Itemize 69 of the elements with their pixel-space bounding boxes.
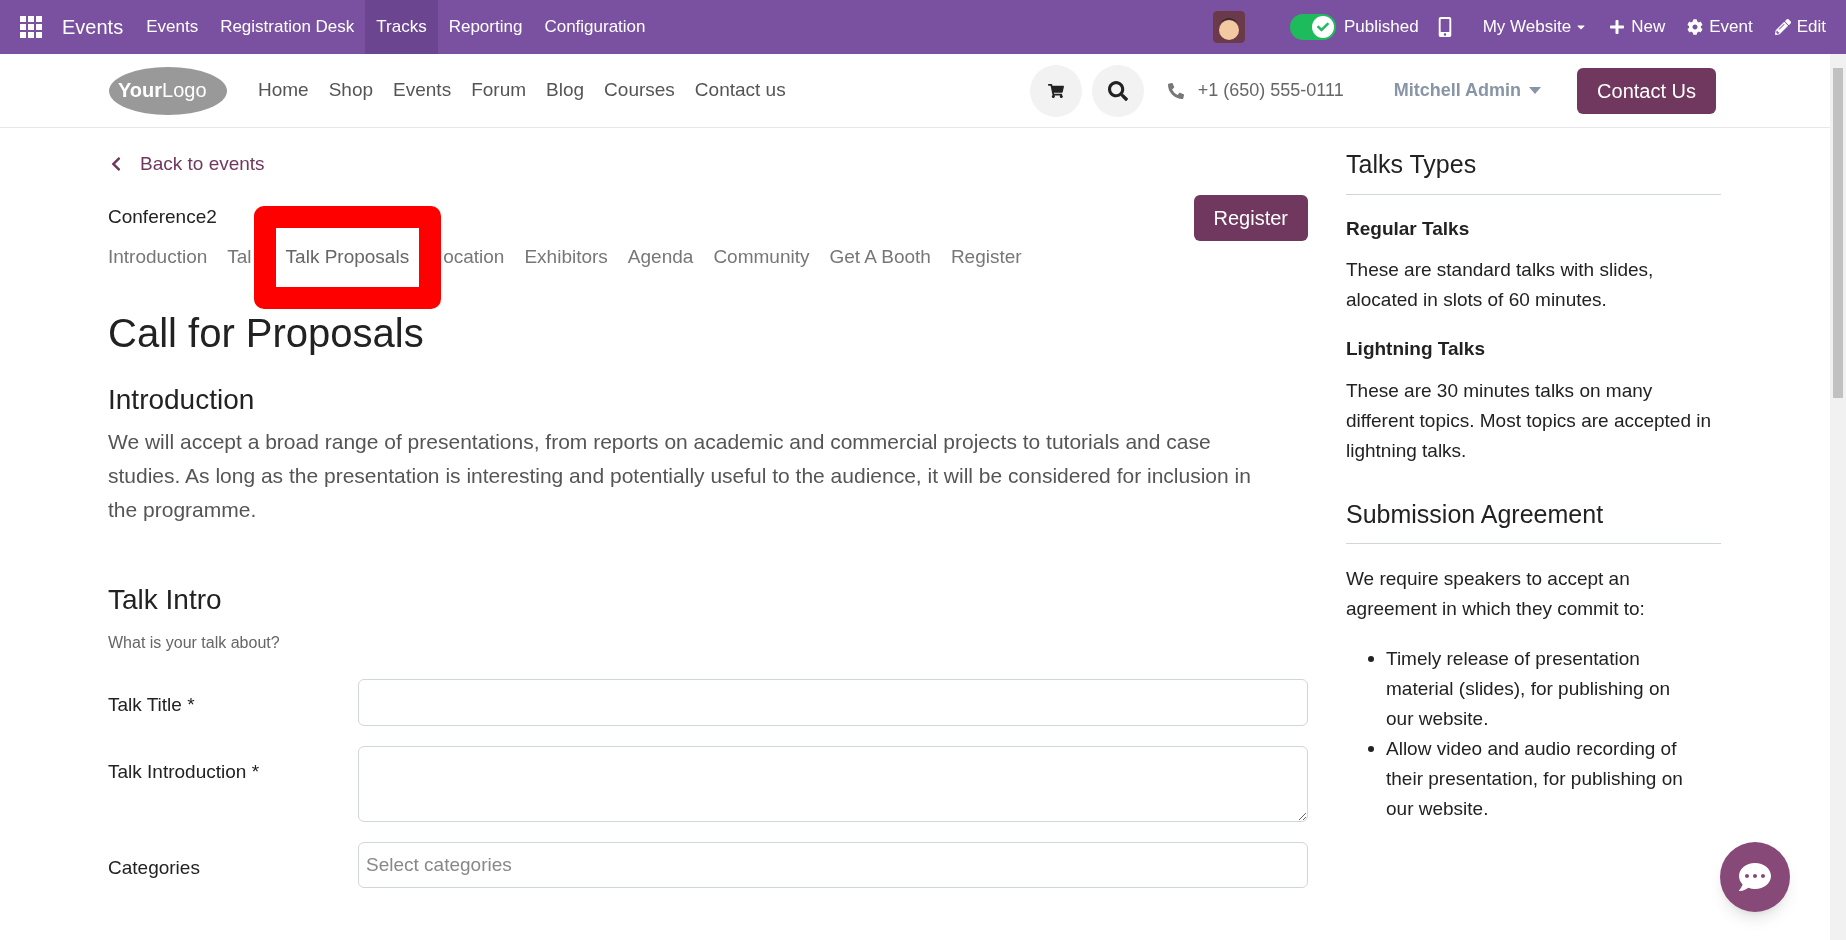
talk-type-name: Regular Talks: [1346, 216, 1471, 241]
field-label: Talk Title *: [108, 692, 196, 717]
chat-icon: [1739, 861, 1771, 893]
caret-icon: [1529, 87, 1542, 94]
search-icon: [1107, 80, 1128, 101]
nav-link[interactable]: Courses: [604, 76, 675, 105]
agreement-item: Allow video and audio recording of their presentation, for publishing on our website.: [1386, 737, 1684, 821]
check-icon: [1317, 21, 1330, 33]
event-tab[interactable]: Agenda: [627, 243, 694, 272]
menu-item[interactable]: Events: [135, 0, 210, 54]
toolbar-button[interactable]: Edit: [1774, 14, 1826, 40]
event-tab[interactable]: Introduction: [108, 243, 208, 272]
talk-type-name: Lightning Talks: [1346, 337, 1486, 361]
phone-number: +1 (650) 555-0111: [1197, 79, 1344, 102]
field-label: Talk Introduction *: [108, 759, 261, 784]
bullet-icon: [1368, 746, 1374, 752]
event-tab[interactable]: ocation: [443, 243, 505, 272]
published-toggle[interactable]: Published: [1290, 14, 1419, 40]
menu-item[interactable]: Tracks: [365, 0, 438, 54]
field-label: Categories: [108, 855, 201, 880]
register-button[interactable]: Register: [1193, 194, 1308, 241]
apps-menu-icon[interactable]: [20, 16, 42, 38]
menu-item[interactable]: Reporting: [437, 0, 534, 54]
sidebar-heading: Talks Types: [1346, 146, 1721, 195]
event-tab[interactable]: Exhibitors: [524, 243, 608, 272]
app-title: Events: [62, 15, 124, 40]
page-title: Call for Proposals: [108, 312, 425, 353]
bullet-icon: [1368, 656, 1374, 662]
agreement-text: We require speakers to accept an agreement in which they commit to:: [1346, 567, 1646, 621]
menu-item[interactable]: Registration Desk: [209, 0, 366, 54]
nav-link[interactable]: Events: [393, 76, 452, 105]
cart-icon: [1047, 82, 1064, 99]
event-tab[interactable]: Community: [713, 243, 810, 272]
section-hint: What is your talk about?: [108, 632, 281, 653]
intro-paragraph: We will accept a broad range of presentations, from reports on academic and commercial projects to tutorials and case studies. As long as the presentation is interesting and potentially useful to the audience, it will be considered for inclusion in the programme.: [108, 428, 1252, 523]
event-tab[interactable]: Tal: [227, 243, 252, 272]
avatar-icon[interactable]: [1213, 11, 1246, 43]
toolbar-button[interactable]: Event: [1687, 14, 1753, 40]
contact-us-button[interactable]: Contact Us: [1577, 67, 1716, 114]
section-heading: Talk Intro: [108, 582, 223, 617]
nav-link[interactable]: Shop: [328, 76, 374, 105]
textarea-field[interactable]: [358, 745, 1308, 822]
chat-button[interactable]: [1720, 842, 1790, 912]
select-field[interactable]: Select categories: [358, 841, 1308, 888]
talk-type-description: These are standard talks with slides, alocated in slots of 60 minutes.: [1346, 258, 1655, 312]
toolbar-button[interactable]: New: [1609, 14, 1666, 40]
nav-link[interactable]: Forum: [471, 76, 527, 105]
phone-icon: [1167, 82, 1184, 99]
event-tab[interactable]: Register: [950, 243, 1022, 272]
nav-link[interactable]: Blog: [546, 76, 585, 105]
website-dropdown[interactable]: My Website: [1482, 14, 1588, 40]
scrollbar[interactable]: [1830, 54, 1846, 940]
event-tab[interactable]: Get A Booth: [829, 243, 931, 272]
user-menu[interactable]: Mitchell Admin: [1393, 77, 1542, 104]
event-tab[interactable]: Talk Proposals: [285, 246, 410, 268]
nav-link[interactable]: Home: [258, 76, 309, 105]
nav-link[interactable]: Contact us: [694, 76, 786, 105]
agreement-item: Timely release of presentation material (slides), for publishing on our website.: [1386, 647, 1672, 731]
input-field[interactable]: [358, 678, 1308, 726]
mobile-preview-icon[interactable]: [1436, 17, 1453, 37]
menu-item[interactable]: Configuration: [533, 0, 657, 54]
section-heading: Introduction: [108, 382, 256, 417]
plus-icon: [1609, 19, 1626, 35]
event-name: Conference2: [108, 205, 217, 230]
pencil-icon: [1774, 19, 1791, 35]
settings-icon: [1687, 19, 1704, 35]
sidebar-heading: Submission Agreement: [1346, 495, 1721, 544]
back-link[interactable]: Back to events: [108, 150, 1308, 179]
talk-type-description: These are 30 minutes talks on many different topics. Most topics are accepted in lightning talks.: [1346, 378, 1713, 463]
